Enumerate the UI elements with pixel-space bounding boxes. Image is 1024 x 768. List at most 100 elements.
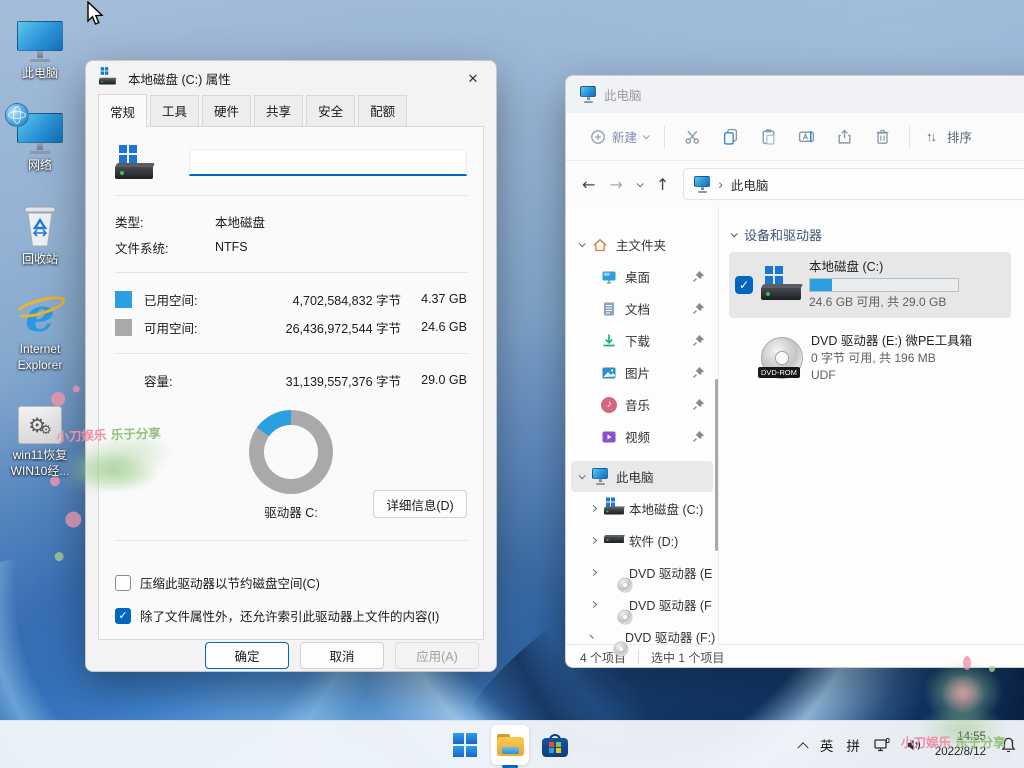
group-devices-and-drives[interactable]: 设备和驱动器 (731, 225, 1024, 244)
desktop-icon-win11-restore[interactable]: ⚙⚙ win11恢复 WIN10经... (2, 398, 78, 479)
sidebar-item-label: 图片 (625, 363, 650, 382)
file-item-dvd-e[interactable]: DVD-ROM DVD 驱动器 (E:) 微PE工具箱 0 字节 可用, 共 1… (729, 326, 1011, 391)
up-button[interactable]: ↑ (656, 175, 669, 194)
index-checkbox-row[interactable]: 除了文件属性外，还允许索引此驱动器上文件的内容(I) (115, 606, 467, 625)
videos-icon (601, 429, 617, 445)
sidebar-item-desktop[interactable]: 桌面 (571, 261, 713, 292)
tab-tools[interactable]: 工具 (150, 95, 199, 126)
folder-icon (497, 734, 524, 756)
delete-button[interactable] (863, 122, 901, 152)
network-tray-icon[interactable] (873, 736, 891, 754)
sidebar-item-dvd-e[interactable]: DVD 驱动器 (E (571, 557, 713, 588)
paste-icon (760, 128, 777, 145)
desktop-icon-internet-explorer[interactable]: e Internet Explorer (2, 292, 78, 373)
home-icon (592, 237, 608, 253)
chevron-right-icon (590, 569, 597, 576)
ok-button[interactable]: 确定 (205, 642, 289, 669)
desktop-icon-network[interactable]: 网络 (2, 108, 78, 174)
sidebar-item-documents[interactable]: 文档 (571, 293, 713, 324)
desktop-icon-recycle-bin[interactable]: 回收站 (2, 202, 78, 268)
capacity-bytes: 31,139,557,376 字节 (286, 371, 401, 390)
sidebar-item-this-pc[interactable]: 此电脑 (571, 461, 713, 492)
details-button[interactable]: 详细信息(D) (373, 490, 467, 518)
item-name: DVD 驱动器 (E:) 微PE工具箱 (811, 332, 972, 350)
volume-tray-icon[interactable] (904, 736, 922, 754)
compress-checkbox-row[interactable]: 压缩此驱动器以节约磁盘空间(C) (115, 573, 467, 592)
sidebar-item-drive-c[interactable]: 本地磁盘 (C:) (571, 493, 713, 524)
paste-button[interactable] (749, 122, 787, 152)
volume-label-input[interactable] (189, 149, 467, 176)
capacity-meter-fill (810, 279, 832, 291)
group-label: 设备和驱动器 (744, 225, 822, 244)
compress-checkbox[interactable] (115, 575, 131, 591)
apply-button[interactable]: 应用(A) (395, 642, 479, 669)
start-button[interactable] (446, 725, 484, 765)
pin-icon (692, 334, 705, 347)
sidebar-item-home[interactable]: 主文件夹 (571, 229, 713, 260)
tab-hardware[interactable]: 硬件 (202, 95, 251, 126)
close-button[interactable]: ✕ (450, 61, 496, 96)
taskbar-microsoft-store[interactable] (536, 725, 574, 765)
file-item-drive-c[interactable]: 本地磁盘 (C:) 24.6 GB 可用, 共 29.0 GB (729, 252, 1011, 318)
chevron-right-icon (589, 634, 593, 638)
sort-button[interactable]: ↑↓ 排序 (918, 121, 980, 152)
breadcrumb[interactable]: 此电脑 (731, 175, 769, 194)
properties-dialog: 本地磁盘 (C:) 属性 ✕ 常规 工具 硬件 共享 安全 配额 类型:本地磁盘… (85, 60, 497, 672)
filesystem-value: NTFS (215, 240, 248, 254)
back-button[interactable]: ← (582, 175, 595, 194)
tab-general[interactable]: 常规 (98, 94, 147, 127)
explorer-titlebar[interactable]: 此电脑 (566, 76, 1024, 113)
sidebar-item-videos[interactable]: 视频 (571, 421, 713, 452)
sidebar-item-downloads[interactable]: 下载 (571, 325, 713, 356)
trash-icon (874, 128, 891, 145)
tab-quota[interactable]: 配额 (358, 95, 407, 126)
tab-sharing[interactable]: 共享 (254, 95, 303, 126)
desktop-icon-this-pc[interactable]: 此电脑 (2, 16, 78, 82)
new-label: 新建 (612, 127, 637, 146)
sidebar-item-pictures[interactable]: 图片 (571, 357, 713, 388)
pictures-icon (601, 365, 617, 381)
this-pc-icon (580, 86, 596, 103)
ime-language-indicator[interactable]: 英 (820, 735, 834, 755)
sidebar-item-label: DVD 驱动器 (F (629, 595, 712, 614)
selection-checkbox[interactable] (735, 276, 753, 294)
sidebar-item-label: DVD 驱动器 (F:) (625, 627, 715, 646)
plus-circle-icon (590, 129, 606, 145)
capacity-label: 容量: (144, 371, 254, 390)
cancel-button[interactable]: 取消 (300, 642, 384, 669)
sidebar-item-label: DVD 驱动器 (E (629, 563, 712, 582)
sidebar-item-label: 音乐 (625, 395, 650, 414)
desktop-icon-label: win11恢复 (2, 448, 78, 464)
cut-button[interactable] (673, 122, 711, 152)
item-caption: UDF (811, 367, 972, 384)
ime-mode-indicator[interactable]: 拼 (846, 735, 860, 755)
taskbar-file-explorer[interactable] (491, 725, 529, 765)
share-button[interactable] (825, 122, 863, 152)
sidebar-item-label: 此电脑 (616, 467, 654, 486)
rename-button[interactable] (787, 122, 825, 152)
index-checkbox[interactable] (115, 608, 131, 624)
document-icon (601, 301, 617, 317)
sidebar-scrollbar[interactable] (715, 379, 718, 551)
clock[interactable]: 14:55 2022/8/12 (935, 730, 986, 760)
dialog-titlebar[interactable]: 本地磁盘 (C:) 属性 ✕ (86, 61, 496, 96)
desktop-icon-label: 回收站 (2, 252, 78, 268)
hidden-icons-chevron[interactable] (799, 741, 807, 749)
desktop-icon-label: Internet Explorer (2, 342, 78, 373)
sidebar-item-music[interactable]: ♪ 音乐 (571, 389, 713, 420)
drive-icon (99, 71, 119, 87)
forward-button[interactable]: → (609, 175, 622, 194)
new-button[interactable]: 新建 (582, 121, 656, 152)
copy-button[interactable] (711, 122, 749, 152)
dvd-icon (604, 564, 621, 581)
address-bar[interactable]: › 此电脑 (683, 168, 1024, 200)
download-icon (601, 333, 617, 349)
tab-security[interactable]: 安全 (306, 95, 355, 126)
sidebar-item-dvd-f[interactable]: DVD 驱动器 (F (571, 589, 713, 620)
sidebar-item-dvd-f2[interactable]: DVD 驱动器 (F:) (571, 621, 713, 652)
notification-bell[interactable]: z (999, 736, 1018, 755)
nav-history-chevron[interactable] (636, 180, 643, 187)
drive-d-icon (604, 529, 621, 552)
monitor-icon (17, 21, 63, 62)
sidebar-item-drive-d[interactable]: 软件 (D:) (571, 525, 713, 556)
